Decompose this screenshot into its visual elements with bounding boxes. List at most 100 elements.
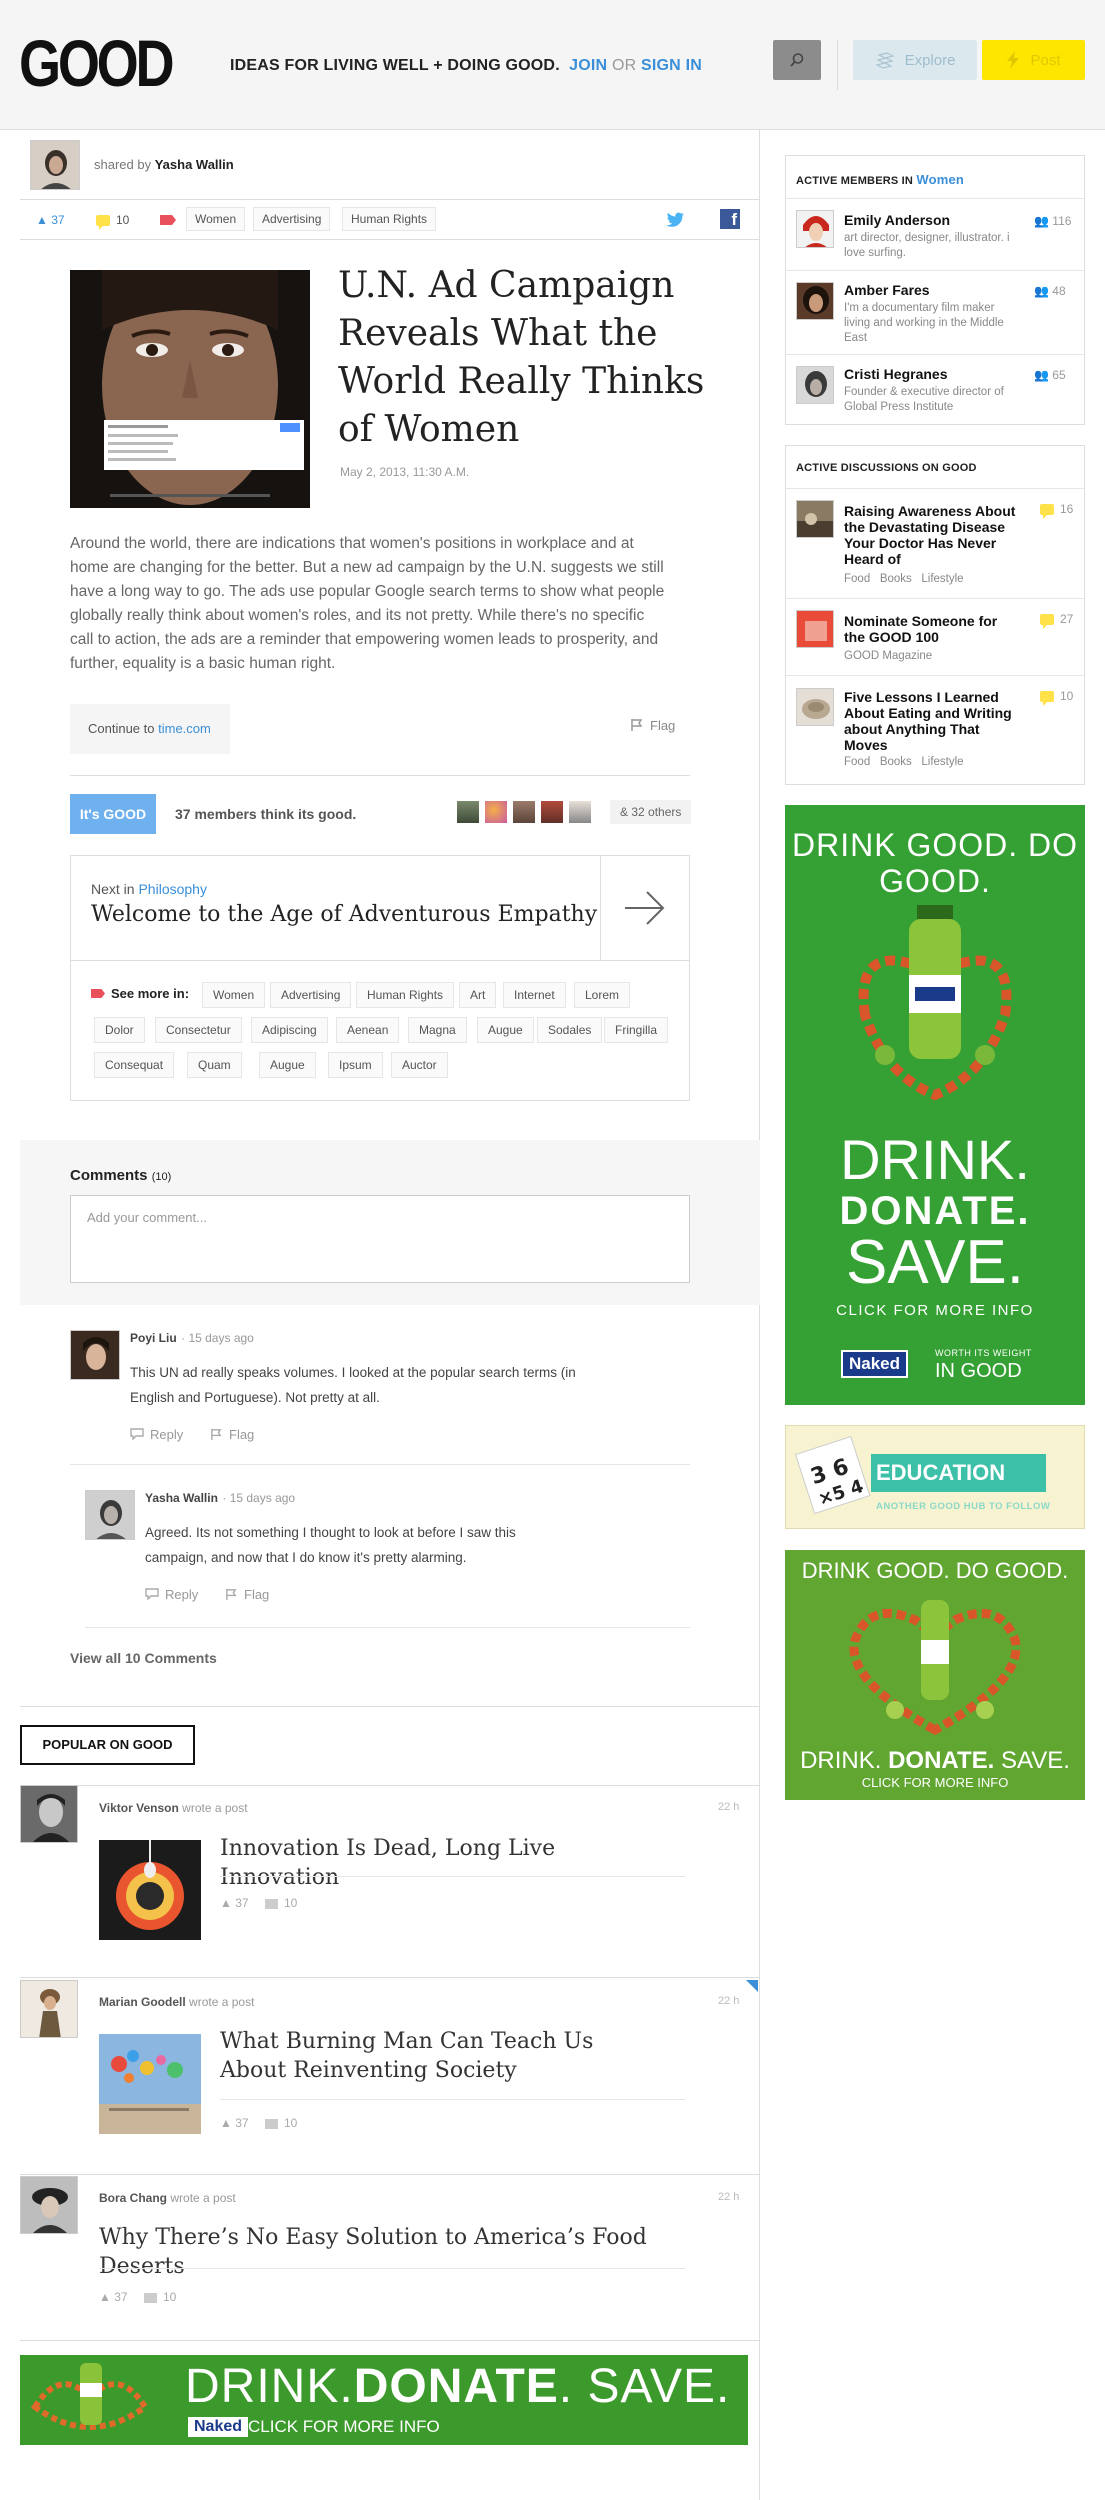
author-avatar[interactable] xyxy=(20,1785,78,1843)
others-count[interactable]: & 32 others xyxy=(610,800,692,824)
member-avatar[interactable] xyxy=(512,800,536,824)
members-topic[interactable]: Women xyxy=(916,172,964,187)
search-button[interactable] xyxy=(773,40,821,80)
next-title[interactable]: Welcome to the Age of Adventurous Empath… xyxy=(91,902,597,927)
discussion-tag[interactable]: Lifestyle xyxy=(921,756,963,768)
post-thumbnail[interactable] xyxy=(99,2034,201,2134)
flag-comment-button[interactable]: Flag xyxy=(210,1427,254,1442)
post-author[interactable]: Marian Goodell xyxy=(99,1995,186,2009)
see-more-tag[interactable]: Dolor xyxy=(94,1017,145,1043)
join-link[interactable]: JOIN xyxy=(569,57,607,74)
discussion-tag[interactable]: GOOD Magazine xyxy=(844,650,932,662)
see-more-tag[interactable]: Augue xyxy=(477,1017,534,1043)
member-avatar[interactable] xyxy=(568,800,592,824)
facebook-icon[interactable]: f xyxy=(720,209,740,229)
discussion-thumbnail[interactable] xyxy=(796,500,834,538)
see-more-tag[interactable]: Sodales xyxy=(537,1017,603,1043)
see-more-tag[interactable]: Aenean xyxy=(336,1017,400,1043)
discussion-title[interactable]: Nominate Someone for the GOOD 100 xyxy=(844,613,1019,645)
comment-count[interactable]: 10 xyxy=(96,213,129,231)
next-arrow-button[interactable] xyxy=(600,856,689,960)
discussion-title[interactable]: Five Lessons I Learned About Eating and … xyxy=(844,689,1024,753)
post-button[interactable]: Post xyxy=(982,40,1085,80)
see-more-tag[interactable]: Lorem xyxy=(574,982,631,1008)
see-more-tag[interactable]: Auctor xyxy=(391,1052,448,1078)
flag-comment-button[interactable]: Flag xyxy=(225,1587,269,1602)
post-author[interactable]: Viktor Venson xyxy=(99,1801,179,1815)
continue-source[interactable]: time.com xyxy=(158,721,211,736)
post-thumbnail[interactable] xyxy=(99,1840,201,1940)
good-logo[interactable]: GOOD xyxy=(19,30,175,96)
post-title[interactable]: What Burning Man Can Teach Us About Rein… xyxy=(220,2027,660,2085)
sharer-name[interactable]: Yasha Wallin xyxy=(155,157,234,172)
member-avatar[interactable] xyxy=(796,366,834,404)
see-more-tag[interactable]: Augue xyxy=(259,1052,316,1078)
post-comments[interactable]: 10 xyxy=(265,1896,297,1910)
discussion-tag[interactable]: Lifestyle xyxy=(921,573,963,585)
flag-article-button[interactable]: Flag xyxy=(630,718,675,733)
see-more-tag[interactable]: Consectetur xyxy=(155,1017,242,1043)
education-hub-ad[interactable]: 3 6 ×5 4 EDUCATION ANOTHER GOOD HUB TO FO… xyxy=(785,1425,1085,1529)
explore-button[interactable]: Explore xyxy=(853,40,977,80)
author-avatar[interactable] xyxy=(20,2176,78,2234)
tag-advertising[interactable]: Advertising xyxy=(253,207,331,231)
see-more-tag[interactable]: Women xyxy=(202,982,266,1008)
see-more-tag[interactable]: Magna xyxy=(408,1017,467,1043)
naked-banner-ad[interactable]: DRINK.DONATE. SAVE. Naked CLICK FOR MORE… xyxy=(20,2355,748,2445)
sharer-avatar[interactable] xyxy=(30,140,80,190)
twitter-icon[interactable] xyxy=(666,212,684,227)
discussion-tag[interactable]: Books xyxy=(880,573,912,585)
commenter-name[interactable]: Yasha Wallin xyxy=(145,1491,218,1505)
commenter-name[interactable]: Poyi Liu xyxy=(130,1331,177,1345)
discussion-thumbnail[interactable] xyxy=(796,610,834,648)
see-more-tag[interactable]: Internet xyxy=(503,982,566,1008)
member-name[interactable]: Amber Fares xyxy=(844,282,930,298)
next-category[interactable]: Philosophy xyxy=(138,881,207,897)
discussion-thumbnail[interactable] xyxy=(796,688,834,726)
see-more-tag[interactable]: Consequat xyxy=(94,1052,175,1078)
post-comments[interactable]: 10 xyxy=(265,2116,297,2130)
member-avatar[interactable] xyxy=(456,800,480,824)
tag-human-rights[interactable]: Human Rights xyxy=(342,207,437,231)
member-avatar[interactable] xyxy=(796,282,834,320)
commenter-avatar[interactable] xyxy=(85,1490,135,1540)
reply-button[interactable]: Reply xyxy=(145,1587,198,1602)
discussion-title[interactable]: Raising Awareness About the Devastating … xyxy=(844,503,1024,567)
see-more-tag[interactable]: Art xyxy=(459,982,497,1008)
member-avatar[interactable] xyxy=(484,800,508,824)
view-all-comments-link[interactable]: View all 10 Comments xyxy=(70,1650,217,1666)
post-likes[interactable]: ▲ 37 xyxy=(99,2290,128,2304)
post-likes[interactable]: ▲ 37 xyxy=(220,2116,249,2130)
post-title[interactable]: Why There’s No Easy Solution to America’… xyxy=(99,2223,719,2281)
continue-link[interactable]: Continue to time.com xyxy=(70,704,230,754)
member-name[interactable]: Emily Anderson xyxy=(844,212,950,228)
article-image[interactable] xyxy=(70,270,310,508)
post-likes[interactable]: ▲ 37 xyxy=(220,1896,249,1910)
discussion-tag[interactable]: Food xyxy=(844,756,870,768)
tag-women[interactable]: Women xyxy=(186,207,246,231)
member-avatar[interactable] xyxy=(796,210,834,248)
see-more-tag[interactable]: Quam xyxy=(187,1052,242,1078)
naked-square-ad[interactable]: DRINK GOOD. DO GOOD. DRINK. DONATE. SAVE… xyxy=(785,1550,1085,1800)
see-more-tag[interactable]: Advertising xyxy=(270,982,352,1008)
post-author[interactable]: Bora Chang xyxy=(99,2191,167,2205)
see-more-tag[interactable]: Human Rights xyxy=(356,982,455,1008)
reply-button[interactable]: Reply xyxy=(130,1427,183,1442)
naked-skyscraper-ad[interactable]: DRINK GOOD. DO GOOD. DRINK. DONATE. SAVE… xyxy=(785,805,1085,1405)
commenter-avatar[interactable] xyxy=(70,1330,120,1380)
post-comments[interactable]: 10 xyxy=(144,2290,176,2304)
member-name[interactable]: Cristi Hegranes xyxy=(844,366,947,382)
like-count[interactable]: ▲ 37 xyxy=(36,213,65,227)
discussion-tag[interactable]: Food xyxy=(844,573,870,585)
comment-input[interactable]: Add your comment... xyxy=(70,1195,690,1283)
discussion-tag[interactable]: Books xyxy=(880,756,912,768)
see-more-tag[interactable]: Ipsum xyxy=(328,1052,383,1078)
its-good-button[interactable]: It's GOOD xyxy=(70,794,156,834)
author-avatar[interactable] xyxy=(20,1980,78,2038)
see-more-tag[interactable]: Adipiscing xyxy=(251,1017,328,1043)
member-avatar[interactable] xyxy=(540,800,564,824)
post-title[interactable]: Innovation Is Dead, Long Live Innovation xyxy=(220,1834,680,1892)
content-divider xyxy=(759,130,760,2500)
signin-link[interactable]: SIGN IN xyxy=(641,57,702,74)
see-more-tag[interactable]: Fringilla xyxy=(604,1017,669,1043)
